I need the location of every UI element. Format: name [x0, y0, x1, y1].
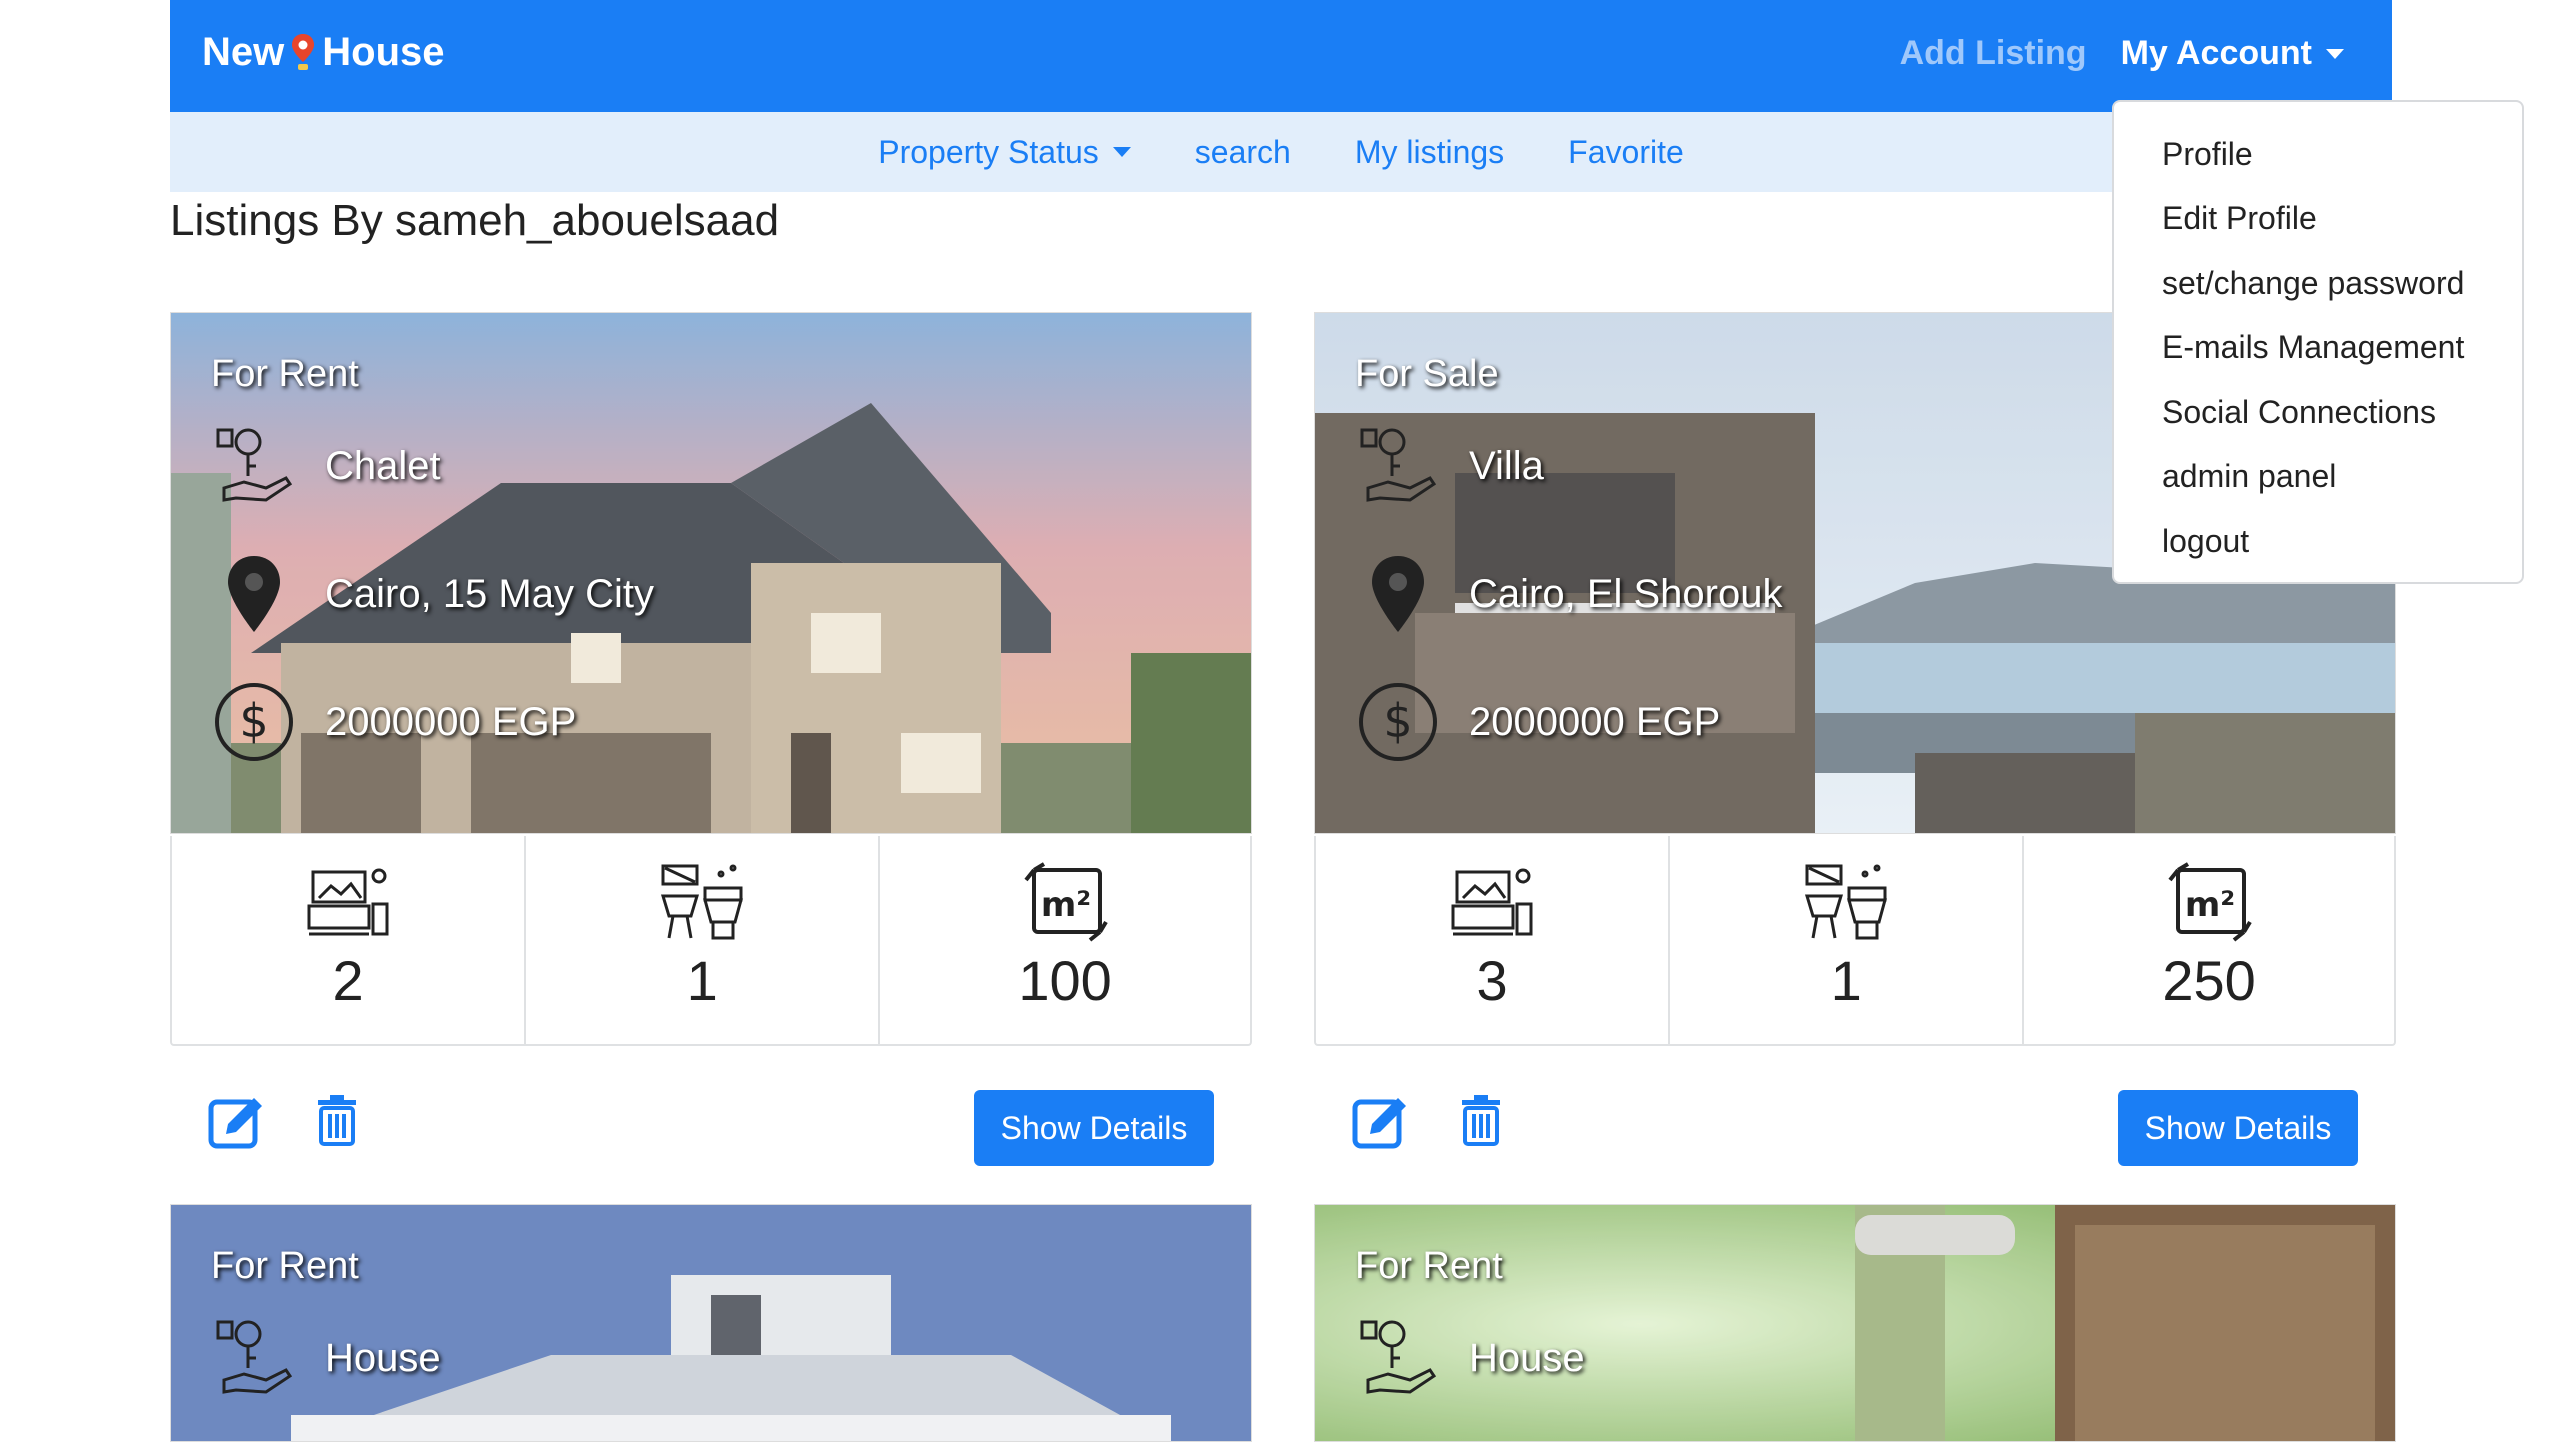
bedroom-icon — [1451, 868, 1533, 936]
edit-icon[interactable] — [208, 1094, 266, 1150]
page-title: Listings By sameh_abouelsaad — [170, 196, 780, 245]
secondary-nav: Property Status search My listings Favor… — [170, 112, 2392, 192]
listing-image[interactable]: For Rent House — [170, 1204, 1252, 1442]
property-type-row: House — [1355, 1315, 1585, 1401]
area-value: 250 — [2162, 949, 2256, 1012]
page-container: New House Add Listing My Account Propert… — [170, 0, 2396, 1442]
key-hand-icon — [1355, 1315, 1441, 1401]
property-type: House — [1469, 1335, 1585, 1380]
bathroom-icon — [1805, 864, 1888, 940]
bathrooms-count: 1 — [686, 949, 718, 1012]
area-unit-label: m² — [2185, 885, 2235, 925]
caret-down-icon — [2326, 48, 2344, 59]
area-unit-label: m² — [1041, 885, 1091, 925]
property-status-dropdown[interactable]: Property Status — [878, 134, 1131, 171]
bedrooms-stat: 2 — [172, 836, 527, 1044]
key-hand-icon — [211, 423, 297, 509]
trash-icon[interactable] — [316, 1094, 358, 1146]
key-hand-icon — [211, 1315, 297, 1401]
my-account-label: My Account — [2120, 34, 2312, 72]
menu-item-edit-profile[interactable]: Edit Profile — [2114, 187, 2522, 252]
menu-item-profile[interactable]: Profile — [2114, 122, 2522, 187]
location-pin-icon — [211, 551, 297, 637]
menu-item-emails-management[interactable]: E-mails Management — [2114, 316, 2522, 381]
property-type: Villa — [1469, 443, 1544, 488]
bathrooms-stat: 1 — [526, 836, 881, 1044]
location-pin-icon — [1355, 551, 1441, 637]
svg-text:$: $ — [239, 694, 268, 748]
dollar-circle-icon: $ — [1355, 679, 1441, 765]
svg-text:$: $ — [1383, 694, 1412, 748]
location-row: Cairo, El Shorouk — [1355, 551, 1782, 637]
listing-image[interactable]: For Rent House — [1314, 1204, 2396, 1442]
property-type-row: Villa — [1355, 423, 1544, 509]
my-listings-link[interactable]: My listings — [1355, 134, 1504, 171]
bedrooms-stat: 3 — [1316, 836, 1671, 1044]
property-status-label: Property Status — [878, 133, 1099, 170]
bathroom-icon — [661, 864, 744, 940]
area-m2-icon: m² — [2168, 862, 2252, 942]
property-type-row: House — [211, 1315, 441, 1401]
my-account-dropdown-toggle[interactable]: My Account — [2121, 34, 2344, 73]
location-row: Cairo, 15 May City — [211, 551, 654, 637]
area-m2-icon: m² — [1024, 862, 1108, 942]
bathrooms-count: 1 — [1830, 949, 1862, 1012]
listing-status: For Rent — [211, 1245, 359, 1287]
area-stat: m² 250 — [2024, 836, 2394, 1044]
bedrooms-count: 2 — [332, 949, 364, 1012]
price-row: $ 2000000 EGP — [1355, 679, 1720, 765]
caret-down-icon — [1112, 147, 1131, 157]
listing-status: For Sale — [1355, 353, 1499, 395]
search-link[interactable]: search — [1195, 134, 1291, 171]
menu-item-change-password[interactable]: set/change password — [2114, 251, 2522, 316]
property-price: 2000000 EGP — [1469, 699, 1721, 744]
listing-status: For Rent — [211, 353, 359, 395]
map-pin-icon — [292, 33, 315, 70]
area-stat: m² 100 — [880, 836, 1250, 1044]
menu-item-admin-panel[interactable]: admin panel — [2114, 445, 2522, 510]
property-type-row: Chalet — [211, 423, 441, 509]
listing-actions: Show Details — [170, 1072, 1252, 1166]
property-price: 2000000 EGP — [325, 699, 577, 744]
price-row: $ 2000000 EGP — [211, 679, 576, 765]
account-dropdown-menu: Profile Edit Profile set/change password… — [2112, 100, 2524, 584]
dollar-circle-icon: $ — [211, 679, 297, 765]
bathrooms-stat: 1 — [1670, 836, 2025, 1044]
brand-left-text: New — [202, 30, 285, 74]
brand-logo[interactable]: New House — [202, 30, 445, 75]
show-details-button[interactable]: Show Details — [2118, 1090, 2358, 1166]
menu-item-logout[interactable]: logout — [2114, 509, 2522, 574]
top-navbar: New House Add Listing My Account — [170, 0, 2392, 112]
show-details-button[interactable]: Show Details — [974, 1090, 1214, 1166]
listing-status: For Rent — [1355, 1245, 1503, 1287]
area-value: 100 — [1018, 949, 1112, 1012]
property-type: House — [325, 1335, 441, 1380]
bedroom-icon — [307, 868, 389, 936]
add-listing-link[interactable]: Add Listing — [1900, 34, 2087, 73]
listing-stats: 2 1 m² 100 — [170, 836, 1252, 1046]
favorite-link[interactable]: Favorite — [1568, 134, 1684, 171]
property-location: Cairo, El Shorouk — [1469, 571, 1783, 616]
menu-item-social-connections[interactable]: Social Connections — [2114, 380, 2522, 445]
bedrooms-count: 3 — [1476, 949, 1508, 1012]
key-hand-icon — [1355, 423, 1441, 509]
property-type: Chalet — [325, 443, 441, 488]
listing-image[interactable]: For Rent Chalet Cairo, 15 May City $ 200… — [170, 312, 1252, 834]
brand-right-text: House — [322, 30, 445, 74]
property-location: Cairo, 15 May City — [325, 571, 654, 616]
edit-icon[interactable] — [1352, 1094, 1410, 1150]
trash-icon[interactable] — [1460, 1094, 1502, 1146]
listing-actions: Show Details — [1314, 1072, 2396, 1166]
listing-stats: 3 1 m² 250 — [1314, 836, 2396, 1046]
